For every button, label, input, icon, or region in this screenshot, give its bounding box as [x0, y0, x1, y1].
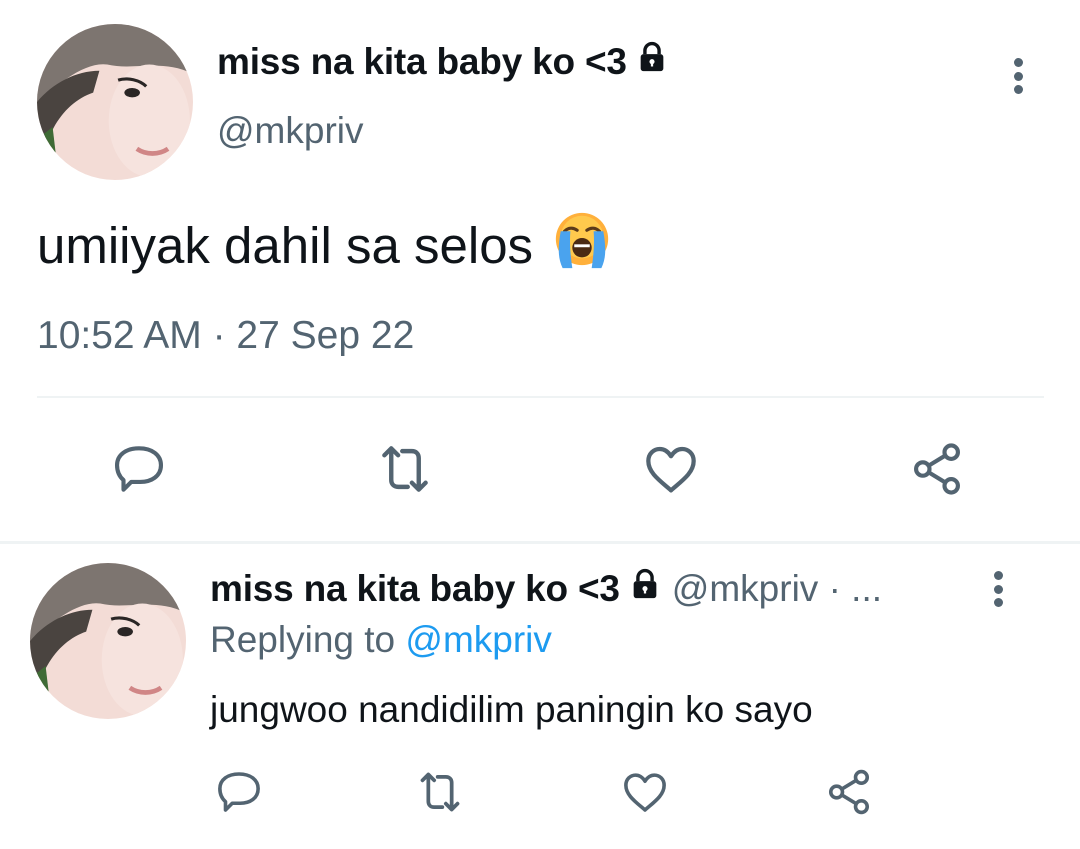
share-icon: [906, 438, 968, 505]
share-button[interactable]: [822, 767, 876, 821]
replying-to: Replying to @mkpriv: [210, 619, 552, 661]
main-tweet: miss na kita baby ko <3 @mkpriv umiiyak …: [0, 0, 1080, 540]
like-button[interactable]: [618, 767, 672, 821]
reply-text: jungwoo nandidilim paningin ko sayo: [210, 689, 813, 730]
retweet-button[interactable]: [374, 440, 436, 502]
handle[interactable]: @mkpriv: [217, 110, 364, 152]
reply-icon: [212, 765, 266, 824]
share-button[interactable]: [906, 440, 968, 502]
share-icon: [822, 765, 876, 824]
tweet-timestamp[interactable]: 10:52 AM · 27 Sep 22: [37, 314, 414, 358]
loudly-crying-face-icon: [551, 208, 613, 282]
display-name-text[interactable]: miss na kita baby ko <3: [217, 41, 627, 83]
avatar[interactable]: [37, 24, 193, 180]
retweet-icon: [412, 764, 468, 825]
divider: [37, 396, 1044, 398]
retweet-icon: [372, 436, 438, 507]
reply-avatar[interactable]: [30, 563, 186, 719]
lock-icon: [628, 567, 662, 610]
more-options-icon[interactable]: [1008, 58, 1028, 94]
retweet-button[interactable]: [413, 767, 467, 821]
like-icon: [639, 437, 703, 506]
tweet-text: umiiyak dahil sa selos: [37, 208, 613, 282]
reply-header: miss na kita baby ko <3 @mkpriv · ...: [210, 567, 882, 610]
tweet-text-content: umiiyak dahil sa selos: [37, 216, 534, 274]
like-button[interactable]: [640, 440, 702, 502]
more-options-icon[interactable]: [988, 571, 1008, 607]
reply-icon: [108, 438, 170, 505]
section-separator: [0, 541, 1080, 544]
replying-prefix: Replying to: [210, 619, 396, 660]
reply-display-name[interactable]: miss na kita baby ko <3: [210, 568, 620, 610]
lock-icon: [635, 40, 669, 83]
reply-button[interactable]: [108, 440, 170, 502]
reply-button[interactable]: [212, 767, 266, 821]
reply-handle-meta[interactable]: @mkpriv · ...: [672, 568, 882, 610]
reply-tweet[interactable]: miss na kita baby ko <3 @mkpriv · ... Re…: [0, 545, 1080, 849]
like-icon: [618, 765, 672, 824]
replying-mention-link[interactable]: @mkpriv: [405, 619, 552, 660]
display-name[interactable]: miss na kita baby ko <3: [217, 40, 669, 83]
